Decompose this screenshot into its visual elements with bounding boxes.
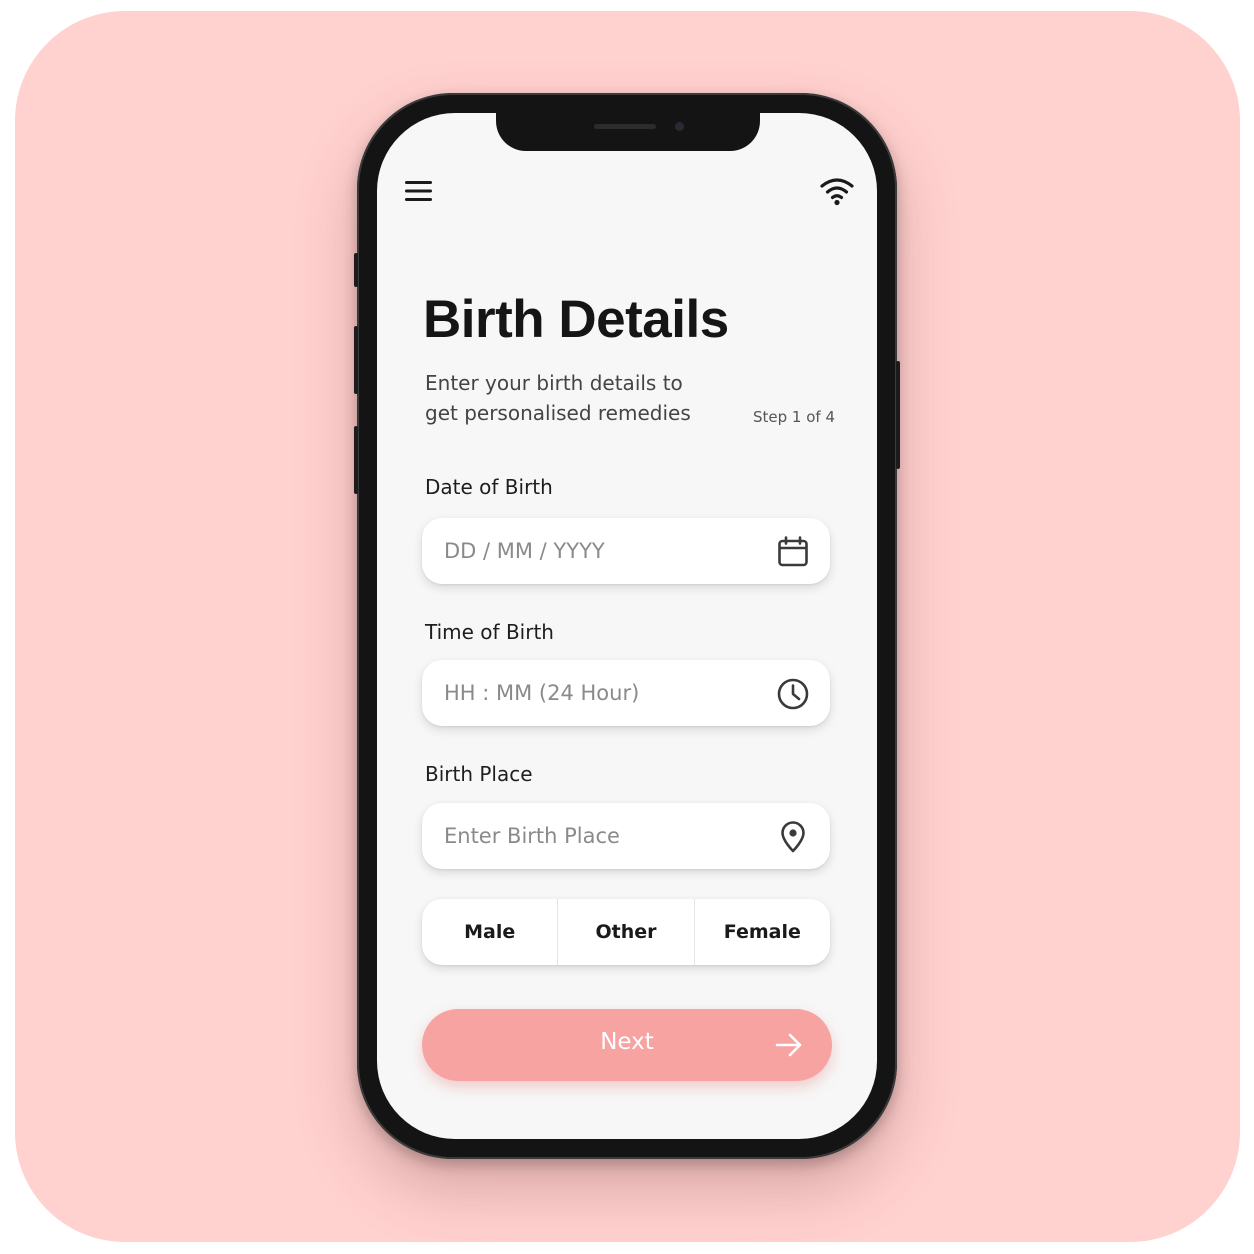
notch: [496, 113, 760, 151]
mute-switch: [354, 253, 358, 287]
volume-down-button: [354, 426, 358, 494]
gender-option-male[interactable]: Male: [422, 899, 557, 965]
front-camera: [675, 122, 684, 131]
next-button-label: Next: [600, 1029, 654, 1055]
wifi-icon: [820, 178, 854, 206]
location-pin-icon[interactable]: [776, 820, 810, 854]
gender-option-female[interactable]: Female: [693, 899, 830, 965]
phone-screen: Birth Details Enter your birth details t…: [377, 113, 877, 1139]
dob-field[interactable]: [422, 518, 830, 584]
page-title: Birth Details: [423, 290, 729, 349]
tob-field[interactable]: [422, 660, 830, 726]
dob-label: Date of Birth: [425, 475, 553, 499]
next-button[interactable]: Next: [422, 1009, 832, 1081]
calendar-icon[interactable]: [776, 535, 810, 569]
clock-icon[interactable]: [776, 677, 810, 711]
page-subtitle: Enter your birth details to get personal…: [425, 371, 691, 425]
hamburger-menu-icon[interactable]: [405, 179, 433, 203]
tob-input[interactable]: [444, 660, 764, 726]
place-label: Birth Place: [425, 762, 533, 786]
volume-up-button: [354, 326, 358, 394]
arrow-right-icon: [775, 1033, 802, 1057]
place-input[interactable]: [444, 803, 764, 869]
tob-label: Time of Birth: [425, 620, 554, 644]
place-field[interactable]: [422, 803, 830, 869]
earpiece-speaker: [594, 124, 656, 129]
power-button: [896, 361, 900, 469]
step-indicator: Step 1 of 4: [753, 408, 836, 426]
dob-input[interactable]: [444, 518, 764, 584]
gender-selector: Male Other Female: [422, 899, 830, 965]
gender-option-other[interactable]: Other: [557, 899, 693, 965]
